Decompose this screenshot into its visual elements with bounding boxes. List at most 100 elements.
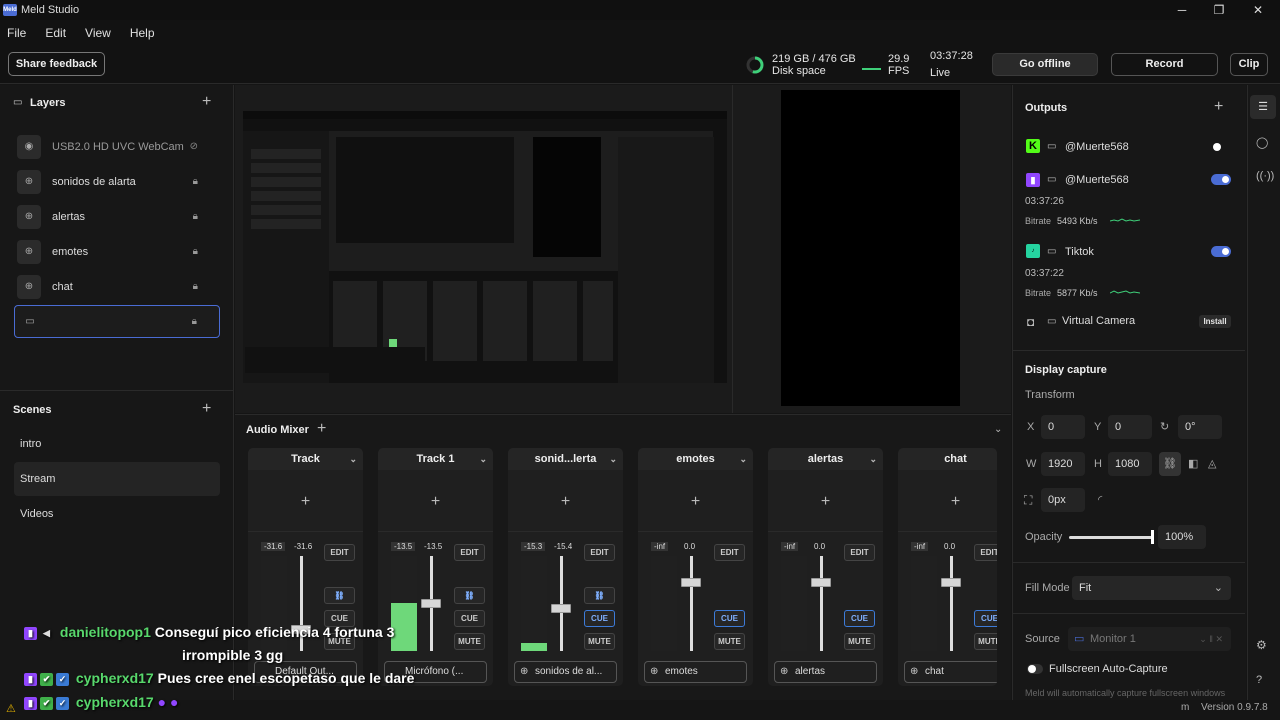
y-input[interactable]: 0 [1108, 415, 1152, 439]
add-filter-button[interactable]: + [898, 472, 997, 532]
audio-source-select[interactable]: ⊕ alertas [774, 661, 877, 683]
strip-title[interactable]: sonid...lerta ⌄ [508, 448, 623, 470]
add-filter-button[interactable]: + [768, 472, 883, 532]
strip-title[interactable]: chat [898, 448, 997, 470]
menu-help[interactable]: Help [130, 26, 155, 40]
scene-item-videos[interactable]: Videos [14, 497, 220, 531]
flip-vertical-icon[interactable]: ◬ [1208, 457, 1216, 470]
audio-source-select[interactable]: ⊕ chat [904, 661, 997, 683]
lock-icon[interactable]: 🔒︎ [193, 176, 198, 187]
source-select[interactable]: ▭ Monitor 1 ⌄ ‖ ✕ [1068, 627, 1231, 651]
link-icon[interactable]: ⛓ [454, 587, 485, 604]
link-icon[interactable]: ⛓ [584, 587, 615, 604]
peak-db-label: -15.3 [521, 542, 546, 551]
volume-fader-knob[interactable] [941, 578, 961, 587]
layer-item-webcam[interactable]: ◉ USB2.0 HD UVC WebCam ⊘ [14, 131, 220, 162]
volume-fader-knob[interactable] [421, 599, 441, 608]
cue-button[interactable]: CUE [974, 610, 997, 627]
maximize-button[interactable]: ❐ [1199, 0, 1239, 20]
layer-item-chat[interactable]: ⊕ chat 🔒︎ [14, 271, 220, 302]
add-filter-button[interactable]: + [248, 472, 363, 532]
x-input[interactable]: 0 [1041, 415, 1085, 439]
record-button[interactable]: Record [1111, 53, 1218, 76]
add-filter-button[interactable]: + [378, 472, 493, 532]
cue-button[interactable]: CUE [844, 610, 875, 627]
collapse-mixer-icon[interactable]: ⌄ [994, 424, 1002, 435]
broadcast-icon[interactable]: ((·)) [1256, 170, 1274, 182]
volume-fader-knob[interactable] [811, 578, 831, 587]
link-aspect-icon[interactable]: ⛓ [1159, 452, 1181, 476]
add-output-button[interactable]: + [1214, 99, 1223, 115]
cue-button[interactable]: CUE [584, 610, 615, 627]
edit-button[interactable]: EDIT [584, 544, 615, 561]
settings-gear-icon[interactable]: ⚙ [1256, 638, 1267, 652]
edit-button[interactable]: EDIT [974, 544, 997, 561]
strip-title[interactable]: alertas ⌄ [768, 448, 883, 470]
link-icon[interactable]: ⛓ [324, 587, 355, 604]
strip-title[interactable]: Track 1 ⌄ [378, 448, 493, 470]
volume-fader-knob[interactable] [681, 578, 701, 587]
layer-item-emotes[interactable]: ⊕ emotes 🔒︎ [14, 236, 220, 267]
fill-mode-select[interactable]: Fit ⌄ [1072, 576, 1231, 600]
go-offline-button[interactable]: Go offline [992, 53, 1098, 76]
menu-file[interactable]: File [7, 26, 26, 40]
mute-button[interactable]: MUTE [714, 633, 745, 650]
opacity-slider[interactable] [1069, 536, 1153, 539]
layer-item-alertas[interactable]: ⊕ alertas 🔒︎ [14, 201, 220, 232]
mute-button[interactable]: MUTE [974, 633, 997, 650]
lock-icon[interactable]: 🔒︎ [193, 211, 198, 222]
strip-name: Track [291, 453, 320, 465]
help-icon[interactable]: ? [1256, 674, 1262, 686]
volume-fader-knob[interactable] [551, 604, 571, 613]
edit-button[interactable]: EDIT [454, 544, 485, 561]
volume-fader-track[interactable] [820, 556, 823, 651]
layer-item-display-capture[interactable]: ▭ 🔒︎ [14, 305, 220, 338]
edit-button[interactable]: EDIT [844, 544, 875, 561]
scene-item-intro[interactable]: intro [14, 427, 220, 461]
close-button[interactable]: ✕ [1238, 0, 1278, 20]
layer-item-sonidos[interactable]: ⊕ sonidos de alarta 🔒︎ [14, 166, 220, 197]
tiktok-toggle[interactable] [1211, 246, 1231, 257]
add-layer-button[interactable]: + [202, 94, 211, 110]
height-input[interactable]: 1080 [1108, 452, 1152, 476]
opacity-input[interactable]: 100% [1158, 525, 1206, 549]
menu-edit[interactable]: Edit [45, 26, 66, 40]
lock-icon[interactable]: 🔒︎ [192, 316, 197, 327]
mute-button[interactable]: MUTE [584, 633, 615, 650]
strip-title[interactable]: emotes ⌄ [638, 448, 753, 470]
stage-preview[interactable] [235, 85, 1011, 413]
edit-button[interactable]: EDIT [324, 544, 355, 561]
install-virtual-camera-button[interactable]: Install [1199, 315, 1231, 328]
kick-status-dot[interactable] [1213, 143, 1221, 151]
scene-item-stream[interactable]: Stream [14, 462, 220, 496]
crop-input[interactable]: 0px [1041, 488, 1085, 512]
corner-radius-icon[interactable]: ◜ [1098, 493, 1102, 506]
add-audio-track-button[interactable]: + [317, 421, 326, 437]
clip-button[interactable]: Clip [1230, 53, 1268, 76]
rotation-input[interactable]: 0° [1178, 415, 1222, 439]
flip-horizontal-icon[interactable]: ◧ [1188, 457, 1198, 470]
add-filter-button[interactable]: + [508, 472, 623, 532]
add-filter-button[interactable]: + [638, 472, 753, 532]
width-input[interactable]: 1920 [1041, 452, 1085, 476]
chat-icon[interactable]: ◯ [1256, 136, 1268, 149]
twitch-toggle[interactable] [1211, 174, 1231, 185]
lock-icon[interactable]: 🔒︎ [193, 246, 198, 257]
eye-hidden-icon[interactable]: ⊘ [190, 141, 198, 152]
strip-title[interactable]: Track ⌄ [248, 448, 363, 470]
volume-fader-track[interactable] [950, 556, 953, 651]
menu-view[interactable]: View [85, 26, 111, 40]
mute-button[interactable]: MUTE [844, 633, 875, 650]
cue-button[interactable]: CUE [714, 610, 745, 627]
volume-fader-track[interactable] [690, 556, 693, 651]
minimize-button[interactable]: ─ [1162, 0, 1202, 20]
add-scene-button[interactable]: + [202, 401, 211, 417]
edit-button[interactable]: EDIT [714, 544, 745, 561]
opacity-slider-handle[interactable] [1151, 530, 1154, 544]
fullscreen-toggle[interactable] [1027, 664, 1043, 674]
lock-icon[interactable]: 🔒︎ [193, 281, 198, 292]
audio-source-select[interactable]: ⊕ sonidos de al... [514, 661, 617, 683]
share-feedback-button[interactable]: Share feedback [8, 52, 105, 76]
audio-source-select[interactable]: ⊕ emotes [644, 661, 747, 683]
properties-icon[interactable]: ☰ [1250, 95, 1276, 119]
